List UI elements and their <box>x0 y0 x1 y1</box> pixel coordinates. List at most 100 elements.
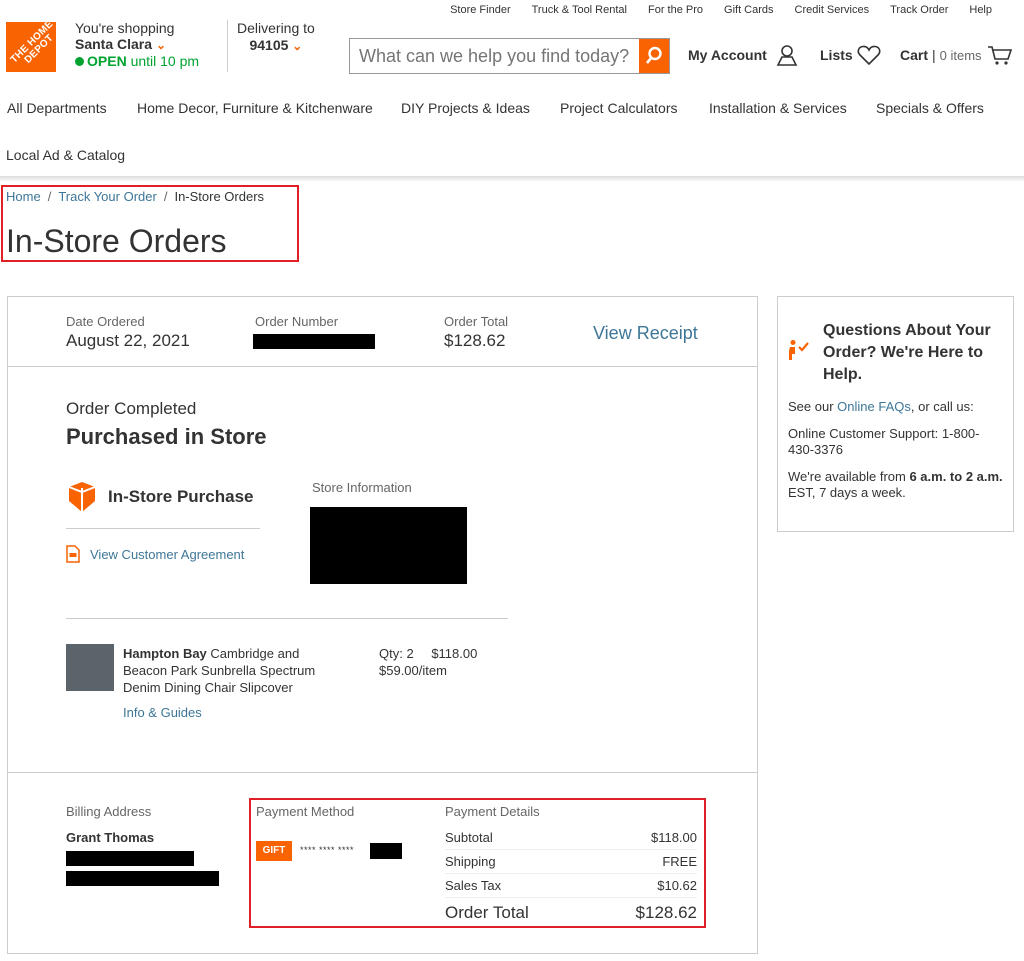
store-name: Santa Clara <box>75 36 153 52</box>
billing-address-label: Billing Address <box>66 804 152 819</box>
cart-button[interactable]: Cart | 0 items <box>900 44 1013 66</box>
product-qty-block: Qty: 2 $118.00 $59.00/item <box>379 645 477 679</box>
store-selector[interactable]: You're shopping Santa Clara ⌄ OPEN until… <box>75 20 199 69</box>
product-price: $118.00 <box>431 646 478 661</box>
breadcrumb-current: In-Store Orders <box>174 189 265 204</box>
store-box-icon <box>68 482 96 512</box>
header-shadow <box>0 176 1024 182</box>
delivery-zip: 94105 <box>249 37 289 53</box>
order-total-label: Order Total <box>444 314 509 329</box>
order-status: Order Completed <box>66 399 197 418</box>
home-depot-logo[interactable]: THE HOME DEPOT <box>6 22 56 72</box>
date-ordered-value: August 22, 2021 <box>66 331 190 350</box>
payment-details-label: Payment Details <box>445 804 540 819</box>
store-hours: until 10 pm <box>130 53 200 69</box>
nav-all-departments[interactable]: All Departments <box>7 100 107 116</box>
nav-local-ad[interactable]: Local Ad & Catalog <box>6 147 125 163</box>
user-icon <box>776 45 798 66</box>
search-input[interactable] <box>350 39 639 73</box>
billing-address-redacted <box>66 871 219 886</box>
cart-count: 0 items <box>939 47 982 63</box>
product-unit-price: $59.00/item <box>379 663 447 678</box>
card-divider <box>7 772 758 773</box>
chevron-down-icon: ⌄ <box>155 38 166 52</box>
shopping-label: You're shopping <box>75 20 175 36</box>
utility-nav: Store Finder Truck & Tool Rental For the… <box>450 4 992 16</box>
order-total-value: $128.62 <box>444 331 506 350</box>
store-info-label: Store Information <box>312 480 412 495</box>
order-number-redacted <box>253 334 375 349</box>
help-card: Questions About Your Order? We're Here t… <box>777 296 1014 532</box>
help-title: Questions About Your Order? We're Here t… <box>823 322 991 383</box>
util-link-for-the-pro[interactable]: For the Pro <box>648 4 703 16</box>
help-support-phone: Online Customer Support: 1-800-430-3376 <box>788 426 980 457</box>
shipping-label: Shipping <box>445 854 496 869</box>
shipping-value: FREE <box>662 854 697 869</box>
search-icon <box>645 46 662 64</box>
view-receipt-link[interactable]: View Receipt <box>593 323 698 344</box>
product-title[interactable]: Hampton Bay Cambridge and Beacon Park Su… <box>123 645 343 696</box>
product-brand: Hampton Bay <box>123 646 207 661</box>
breadcrumb: Home / Track Your Order / In-Store Orders <box>6 189 265 204</box>
row-divider <box>445 873 697 874</box>
util-link-truck-rental[interactable]: Truck & Tool Rental <box>532 4 627 16</box>
search-bar <box>349 38 670 74</box>
row-divider <box>445 897 697 898</box>
help-hours: We're available from 6 a.m. to 2 a.m. ES… <box>788 469 1003 500</box>
order-total-summary-value: $128.62 <box>635 903 697 922</box>
person-help-icon <box>789 340 809 360</box>
purchase-type: In-Store Purchase <box>108 487 254 506</box>
order-total-summary-label: Order Total <box>445 903 529 922</box>
util-link-store-finder[interactable]: Store Finder <box>450 4 511 16</box>
lists-label: Lists <box>820 47 853 63</box>
gift-card-badge: GIFT <box>256 841 292 861</box>
cart-separator: | <box>932 47 936 63</box>
sales-tax-value: $10.62 <box>657 878 697 893</box>
store-status: OPEN <box>87 53 127 69</box>
my-account-button[interactable]: My Account <box>688 44 798 66</box>
util-link-track-order[interactable]: Track Order <box>890 4 948 16</box>
store-info-redacted <box>310 507 467 584</box>
product-thumbnail[interactable] <box>66 644 114 691</box>
subtotal-label: Subtotal <box>445 830 493 845</box>
card-number-redacted <box>370 843 402 859</box>
chevron-down-icon: ⌄ <box>292 39 303 53</box>
card-number-mask: **** **** **** <box>300 845 355 855</box>
util-link-credit-services[interactable]: Credit Services <box>795 4 870 16</box>
nav-installation-services[interactable]: Installation & Services <box>709 100 847 116</box>
product-qty: Qty: 2 <box>379 646 414 661</box>
cart-label: Cart <box>900 47 929 63</box>
breadcrumb-track-order[interactable]: Track Your Order <box>58 189 157 204</box>
divider <box>66 618 508 619</box>
search-button[interactable] <box>639 39 669 73</box>
row-divider <box>445 849 697 850</box>
page-title: In-Store Orders <box>6 223 227 259</box>
help-faq-text: See our Online FAQs, or call us: <box>788 399 974 414</box>
divider <box>66 528 260 529</box>
breadcrumb-home[interactable]: Home <box>6 189 41 204</box>
open-status-icon <box>75 57 84 66</box>
nav-project-calculators[interactable]: Project Calculators <box>560 100 678 116</box>
info-guides-link[interactable]: Info & Guides <box>123 705 202 720</box>
date-ordered-label: Date Ordered <box>66 314 145 329</box>
nav-home-decor[interactable]: Home Decor, Furniture & Kitchenware <box>137 100 373 116</box>
nav-specials-offers[interactable]: Specials & Offers <box>876 100 984 116</box>
online-faqs-link[interactable]: Online FAQs <box>837 399 911 414</box>
header-divider <box>227 20 228 72</box>
order-number-label: Order Number <box>255 314 339 329</box>
cart-icon <box>987 46 1012 65</box>
subtotal-value: $118.00 <box>650 830 697 845</box>
card-divider <box>7 366 758 367</box>
util-link-help[interactable]: Help <box>969 4 992 16</box>
delivery-zip-selector[interactable]: Delivering to 94105 ⌄ <box>237 20 315 55</box>
customer-agreement-link[interactable]: View Customer Agreement <box>90 547 244 562</box>
heart-icon <box>857 45 881 66</box>
nav-diy-projects[interactable]: DIY Projects & Ideas <box>401 100 530 116</box>
billing-address-redacted <box>66 851 194 866</box>
order-status-title: Purchased in Store <box>66 424 267 449</box>
lists-button[interactable]: Lists <box>820 44 881 66</box>
delivering-label: Delivering to <box>237 20 315 36</box>
account-label: My Account <box>688 47 767 63</box>
util-link-gift-cards[interactable]: Gift Cards <box>724 4 774 16</box>
payment-method-label: Payment Method <box>256 804 355 819</box>
